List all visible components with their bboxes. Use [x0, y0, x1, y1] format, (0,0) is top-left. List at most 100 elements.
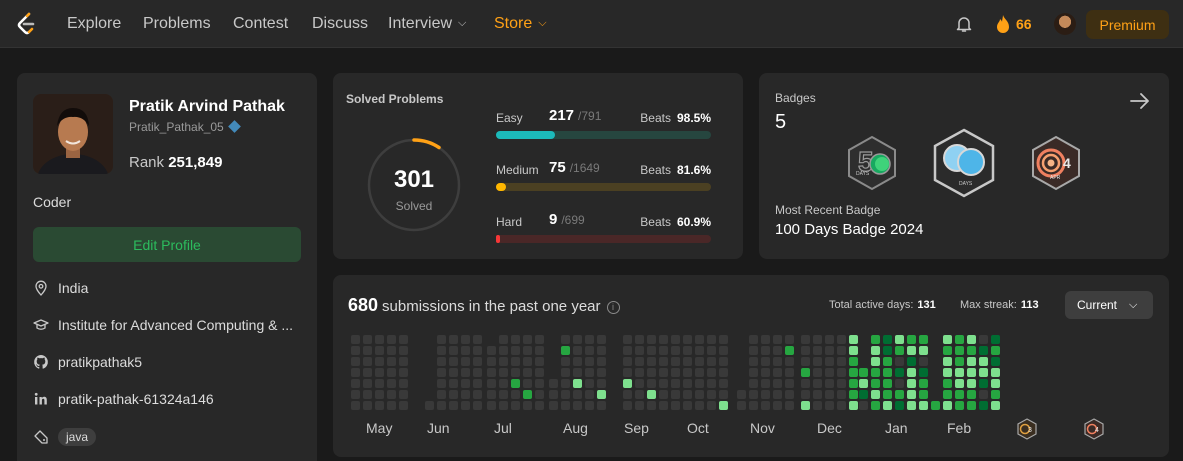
heatmap-cell[interactable]: [907, 390, 916, 399]
heatmap-cell[interactable]: [511, 379, 520, 388]
flame-icon[interactable]: [995, 14, 1011, 34]
heatmap-cell[interactable]: [895, 368, 904, 377]
heatmap-cell[interactable]: [719, 357, 728, 366]
heatmap-cell[interactable]: [387, 357, 396, 366]
heatmap-cell[interactable]: [979, 390, 988, 399]
heatmap-cell[interactable]: [707, 346, 716, 355]
github-text[interactable]: pratikpathak5: [58, 354, 142, 370]
heatmap-cell[interactable]: [967, 368, 976, 377]
heatmap-cell[interactable]: [761, 390, 770, 399]
heatmap-cell[interactable]: [437, 357, 446, 366]
heatmap-cell[interactable]: [955, 368, 964, 377]
heatmap-cell[interactable]: [635, 368, 644, 377]
heatmap-cell[interactable]: [461, 368, 470, 377]
heatmap-cell[interactable]: [761, 401, 770, 410]
heatmap-cell[interactable]: [623, 335, 632, 344]
heatmap-cell[interactable]: [549, 379, 558, 388]
heatmap-cell[interactable]: [683, 357, 692, 366]
heatmap-cell[interactable]: [561, 368, 570, 377]
heatmap-cell[interactable]: [535, 346, 544, 355]
heatmap-cell[interactable]: [883, 401, 892, 410]
heatmap-cell[interactable]: [785, 401, 794, 410]
heatmap-cell[interactable]: [773, 379, 782, 388]
nav-interview[interactable]: Interview ⌵: [388, 15, 466, 33]
heatmap-cell[interactable]: [871, 390, 880, 399]
heatmap-cell[interactable]: [351, 335, 360, 344]
heatmap-cell[interactable]: [473, 379, 482, 388]
heatmap-cell[interactable]: [647, 335, 656, 344]
heatmap-cell[interactable]: [585, 335, 594, 344]
heatmap-cell[interactable]: [597, 390, 606, 399]
heatmap-cell[interactable]: [659, 401, 668, 410]
heatmap-cell[interactable]: [919, 368, 928, 377]
heatmap-cell[interactable]: [719, 379, 728, 388]
heatmap-cell[interactable]: [895, 379, 904, 388]
streak-count[interactable]: 66: [1016, 16, 1032, 32]
heatmap-cell[interactable]: [813, 368, 822, 377]
heatmap-cell[interactable]: [837, 390, 846, 399]
heatmap-cell[interactable]: [549, 401, 558, 410]
heatmap-cell[interactable]: [707, 401, 716, 410]
heatmap-cell[interactable]: [991, 390, 1000, 399]
heatmap-cell[interactable]: [573, 368, 582, 377]
heatmap-cell[interactable]: [387, 379, 396, 388]
heatmap-cell[interactable]: [449, 346, 458, 355]
heatmap-cell[interactable]: [351, 368, 360, 377]
heatmap-cell[interactable]: [907, 401, 916, 410]
heatmap-cell[interactable]: [695, 368, 704, 377]
heatmap-cell[interactable]: [461, 335, 470, 344]
heatmap-cell[interactable]: [375, 346, 384, 355]
heatmap-cell[interactable]: [991, 335, 1000, 344]
heatmap-cell[interactable]: [895, 401, 904, 410]
nav-store[interactable]: Store ⌵: [494, 15, 547, 33]
heatmap-cell[interactable]: [671, 368, 680, 377]
heatmap-cell[interactable]: [801, 346, 810, 355]
heatmap-cell[interactable]: [461, 346, 470, 355]
heatmap-cell[interactable]: [907, 368, 916, 377]
heatmap-cell[interactable]: [719, 368, 728, 377]
heatmap-cell[interactable]: [523, 335, 532, 344]
heatmap-cell[interactable]: [623, 379, 632, 388]
heatmap-cell[interactable]: [991, 401, 1000, 410]
heatmap-cell[interactable]: [499, 357, 508, 366]
heatmap-cell[interactable]: [967, 357, 976, 366]
heatmap-cell[interactable]: [849, 357, 858, 366]
heatmap-cell[interactable]: [375, 357, 384, 366]
heatmap-cell[interactable]: [461, 390, 470, 399]
heatmap-cell[interactable]: [883, 357, 892, 366]
heatmap-cell[interactable]: [535, 368, 544, 377]
heatmap-cell[interactable]: [749, 401, 758, 410]
heatmap-cell[interactable]: [979, 357, 988, 366]
heatmap-cell[interactable]: [399, 346, 408, 355]
heatmap-cell[interactable]: [511, 346, 520, 355]
heatmap-cell[interactable]: [623, 346, 632, 355]
nav-problems[interactable]: Problems: [143, 15, 211, 33]
heatmap-cell[interactable]: [737, 390, 746, 399]
heatmap-cell[interactable]: [859, 368, 868, 377]
heatmap-cell[interactable]: [363, 357, 372, 366]
heatmap-cell[interactable]: [499, 379, 508, 388]
heatmap-cell[interactable]: [919, 335, 928, 344]
heatmap-cell[interactable]: [919, 401, 928, 410]
heatmap-cell[interactable]: [399, 379, 408, 388]
heatmap-cell[interactable]: [659, 379, 668, 388]
heatmap-cell[interactable]: [487, 357, 496, 366]
heatmap-cell[interactable]: [761, 379, 770, 388]
heatmap-cell[interactable]: [825, 335, 834, 344]
heatmap-cell[interactable]: [387, 368, 396, 377]
heatmap-cell[interactable]: [871, 401, 880, 410]
heatmap-cell[interactable]: [719, 335, 728, 344]
heatmap-cell[interactable]: [749, 390, 758, 399]
heatmap-cell[interactable]: [535, 335, 544, 344]
heatmap-cell[interactable]: [967, 390, 976, 399]
heatmap-cell[interactable]: [597, 335, 606, 344]
heatmap-cell[interactable]: [449, 357, 458, 366]
nav-contest[interactable]: Contest: [233, 15, 288, 33]
heatmap-cell[interactable]: [825, 357, 834, 366]
heatmap-cell[interactable]: [363, 346, 372, 355]
heatmap-cell[interactable]: [511, 401, 520, 410]
heatmap-cell[interactable]: [837, 379, 846, 388]
heatmap-cell[interactable]: [499, 346, 508, 355]
heatmap-cell[interactable]: [449, 379, 458, 388]
heatmap-cell[interactable]: [399, 368, 408, 377]
